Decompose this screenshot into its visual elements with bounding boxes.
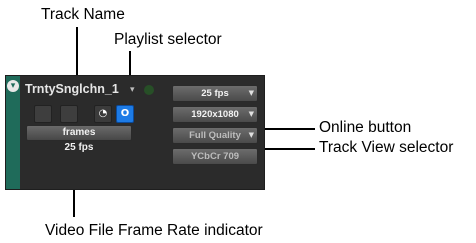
status-led — [144, 85, 154, 95]
frame-rate-value: 25 fps — [201, 88, 229, 99]
track-name[interactable]: TrntySnglchn_1 — [25, 82, 119, 96]
playlist-selector[interactable]: ▾ — [130, 85, 135, 95]
video-track-panel: ▾ TrntySnglchn_1 ▾ ◔ O frames 25 fps 25 … — [5, 75, 265, 190]
expand-arrow-icon[interactable]: ▾ — [7, 80, 19, 92]
track-button-blank-1[interactable] — [34, 105, 52, 123]
callout-playlist-selector: Playlist selector — [114, 31, 222, 48]
chevron-down-icon: ▼ — [248, 131, 254, 139]
frame-rate-dropdown[interactable]: 25 fps ▼ — [172, 85, 258, 102]
color-space-dropdown[interactable]: YCbCr 709 — [172, 148, 258, 165]
callout-track-name: Track Name — [41, 6, 125, 23]
quality-dropdown[interactable]: Full Quality ▼ — [172, 127, 258, 144]
clock-icon[interactable]: ◔ — [94, 105, 112, 123]
video-frame-rate-indicator: 25 fps — [64, 142, 94, 153]
callout-track-view-selector: Track View selector — [319, 139, 454, 156]
track-color-strip: ▾ — [6, 76, 20, 189]
online-button[interactable]: O — [116, 105, 134, 123]
resolution-dropdown[interactable]: 1920x1080 ▼ — [172, 106, 258, 123]
quality-value: Full Quality — [189, 130, 241, 141]
track-view-selector[interactable]: frames — [26, 125, 132, 141]
track-button-blank-2[interactable] — [60, 105, 78, 123]
color-space-value: YCbCr 709 — [190, 151, 240, 162]
callout-online-button: Online button — [319, 119, 412, 136]
resolution-value: 1920x1080 — [191, 109, 239, 120]
chevron-down-icon: ▼ — [248, 89, 254, 97]
callout-video-frame-rate: Video File Frame Rate indicator — [45, 222, 263, 239]
chevron-down-icon: ▼ — [248, 110, 254, 118]
